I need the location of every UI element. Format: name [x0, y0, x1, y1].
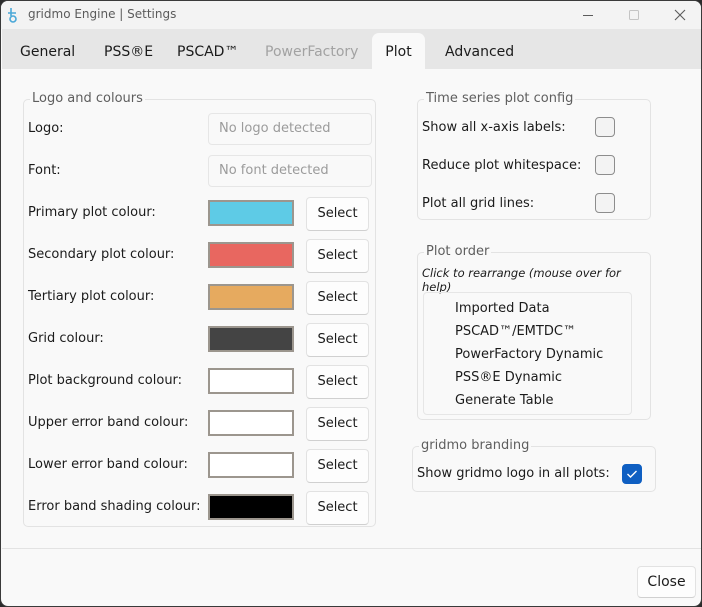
tab-advanced[interactable]: Advanced: [429, 33, 530, 69]
plot-order-title: Plot order: [424, 243, 492, 261]
lower-error-band-colour-swatch: [208, 452, 294, 478]
show-x-axis-labels-checkbox[interactable]: [595, 117, 615, 137]
plot-order-list[interactable]: Imported Data PSCAD™/EMTDC™ PowerFactory…: [423, 292, 632, 415]
upper-error-band-colour-label: Upper error band colour:: [28, 415, 189, 430]
reduce-whitespace-checkbox[interactable]: [595, 155, 615, 175]
reduce-whitespace-label: Reduce plot whitespace:: [422, 158, 582, 173]
tab-bar: General PSS®E PSCAD™ PowerFactory Plot A…: [2, 29, 701, 69]
plot-background-colour-swatch: [208, 368, 294, 394]
upper-error-band-colour-swatch: [208, 410, 294, 436]
branding-title: gridmo branding: [419, 437, 532, 455]
grid-colour-swatch: [208, 326, 294, 352]
show-logo-checkbox[interactable]: [622, 464, 642, 484]
show-x-axis-labels-label: Show all x-axis labels:: [422, 120, 566, 135]
font-label: Font:: [28, 163, 61, 178]
tertiary-colour-label: Tertiary plot colour:: [28, 289, 155, 304]
secondary-colour-select-button[interactable]: Select: [306, 239, 369, 273]
settings-window: gridmo Engine | Settings General PSS®E P…: [0, 0, 702, 607]
error-band-shading-colour-select-button[interactable]: Select: [306, 491, 369, 525]
tab-psse[interactable]: PSS®E: [88, 33, 169, 69]
error-band-shading-colour-swatch: [208, 494, 294, 520]
branding-group: gridmo branding Show gridmo logo in all …: [412, 437, 656, 492]
tertiary-colour-select-button[interactable]: Select: [306, 281, 369, 315]
title-bar: gridmo Engine | Settings: [1, 1, 701, 29]
grid-colour-label: Grid colour:: [28, 331, 104, 346]
tab-general[interactable]: General: [4, 33, 91, 69]
error-band-shading-colour-label: Error band shading colour:: [28, 499, 201, 514]
logo-colours-group: Logo and colours Logo: No logo detected …: [23, 90, 376, 527]
plot-order-item[interactable]: Generate Table: [455, 392, 553, 410]
tab-plot[interactable]: Plot: [372, 33, 425, 69]
primary-colour-label: Primary plot colour:: [28, 205, 156, 220]
logo-field[interactable]: No logo detected: [208, 113, 372, 145]
grid-colour-select-button[interactable]: Select: [306, 323, 369, 357]
lower-error-band-colour-select-button[interactable]: Select: [306, 449, 369, 483]
upper-error-band-colour-select-button[interactable]: Select: [306, 407, 369, 441]
lower-error-band-colour-label: Lower error band colour:: [28, 457, 188, 472]
minimize-button[interactable]: [565, 1, 611, 29]
maximize-button[interactable]: [611, 1, 657, 29]
checkmark-icon: [627, 470, 637, 478]
plot-order-item[interactable]: Imported Data: [455, 300, 550, 318]
font-field[interactable]: No font detected: [208, 155, 372, 187]
time-series-config-title: Time series plot config: [424, 90, 576, 108]
secondary-colour-swatch: [208, 242, 294, 268]
close-window-button[interactable]: [657, 1, 701, 29]
show-logo-label: Show gridmo logo in all plots:: [417, 466, 610, 481]
maximize-icon: [629, 10, 639, 20]
secondary-colour-label: Secondary plot colour:: [28, 247, 175, 262]
primary-colour-swatch: [208, 200, 294, 226]
plot-background-colour-label: Plot background colour:: [28, 373, 183, 388]
close-icon: [674, 9, 686, 21]
plot-all-grid-lines-label: Plot all grid lines:: [422, 196, 535, 211]
plot-background-colour-select-button[interactable]: Select: [306, 365, 369, 399]
close-button[interactable]: Close: [637, 566, 696, 598]
plot-order-item[interactable]: PowerFactory Dynamic: [455, 346, 603, 364]
gridmo-app-icon: [8, 8, 17, 23]
tab-pscad[interactable]: PSCAD™: [161, 33, 254, 69]
time-series-config-group: Time series plot config Show all x-axis …: [417, 90, 651, 220]
tertiary-colour-swatch: [208, 284, 294, 310]
window-title: gridmo Engine | Settings: [28, 7, 177, 21]
tab-powerfactory[interactable]: PowerFactory: [249, 33, 374, 69]
minimize-icon: [583, 15, 593, 16]
logo-colours-title: Logo and colours: [30, 90, 145, 108]
plot-order-group: Plot order Click to rearrange (mouse ove…: [417, 243, 651, 420]
plot-all-grid-lines-checkbox[interactable]: [595, 193, 615, 213]
logo-label: Logo:: [28, 121, 64, 136]
plot-order-item[interactable]: PSCAD™/EMTDC™: [455, 323, 576, 341]
footer-divider: [2, 548, 701, 549]
plot-order-item[interactable]: PSS®E Dynamic: [455, 369, 562, 387]
plot-order-hint: Click to rearrange (mouse over for help): [422, 266, 621, 294]
primary-colour-select-button[interactable]: Select: [306, 197, 369, 231]
